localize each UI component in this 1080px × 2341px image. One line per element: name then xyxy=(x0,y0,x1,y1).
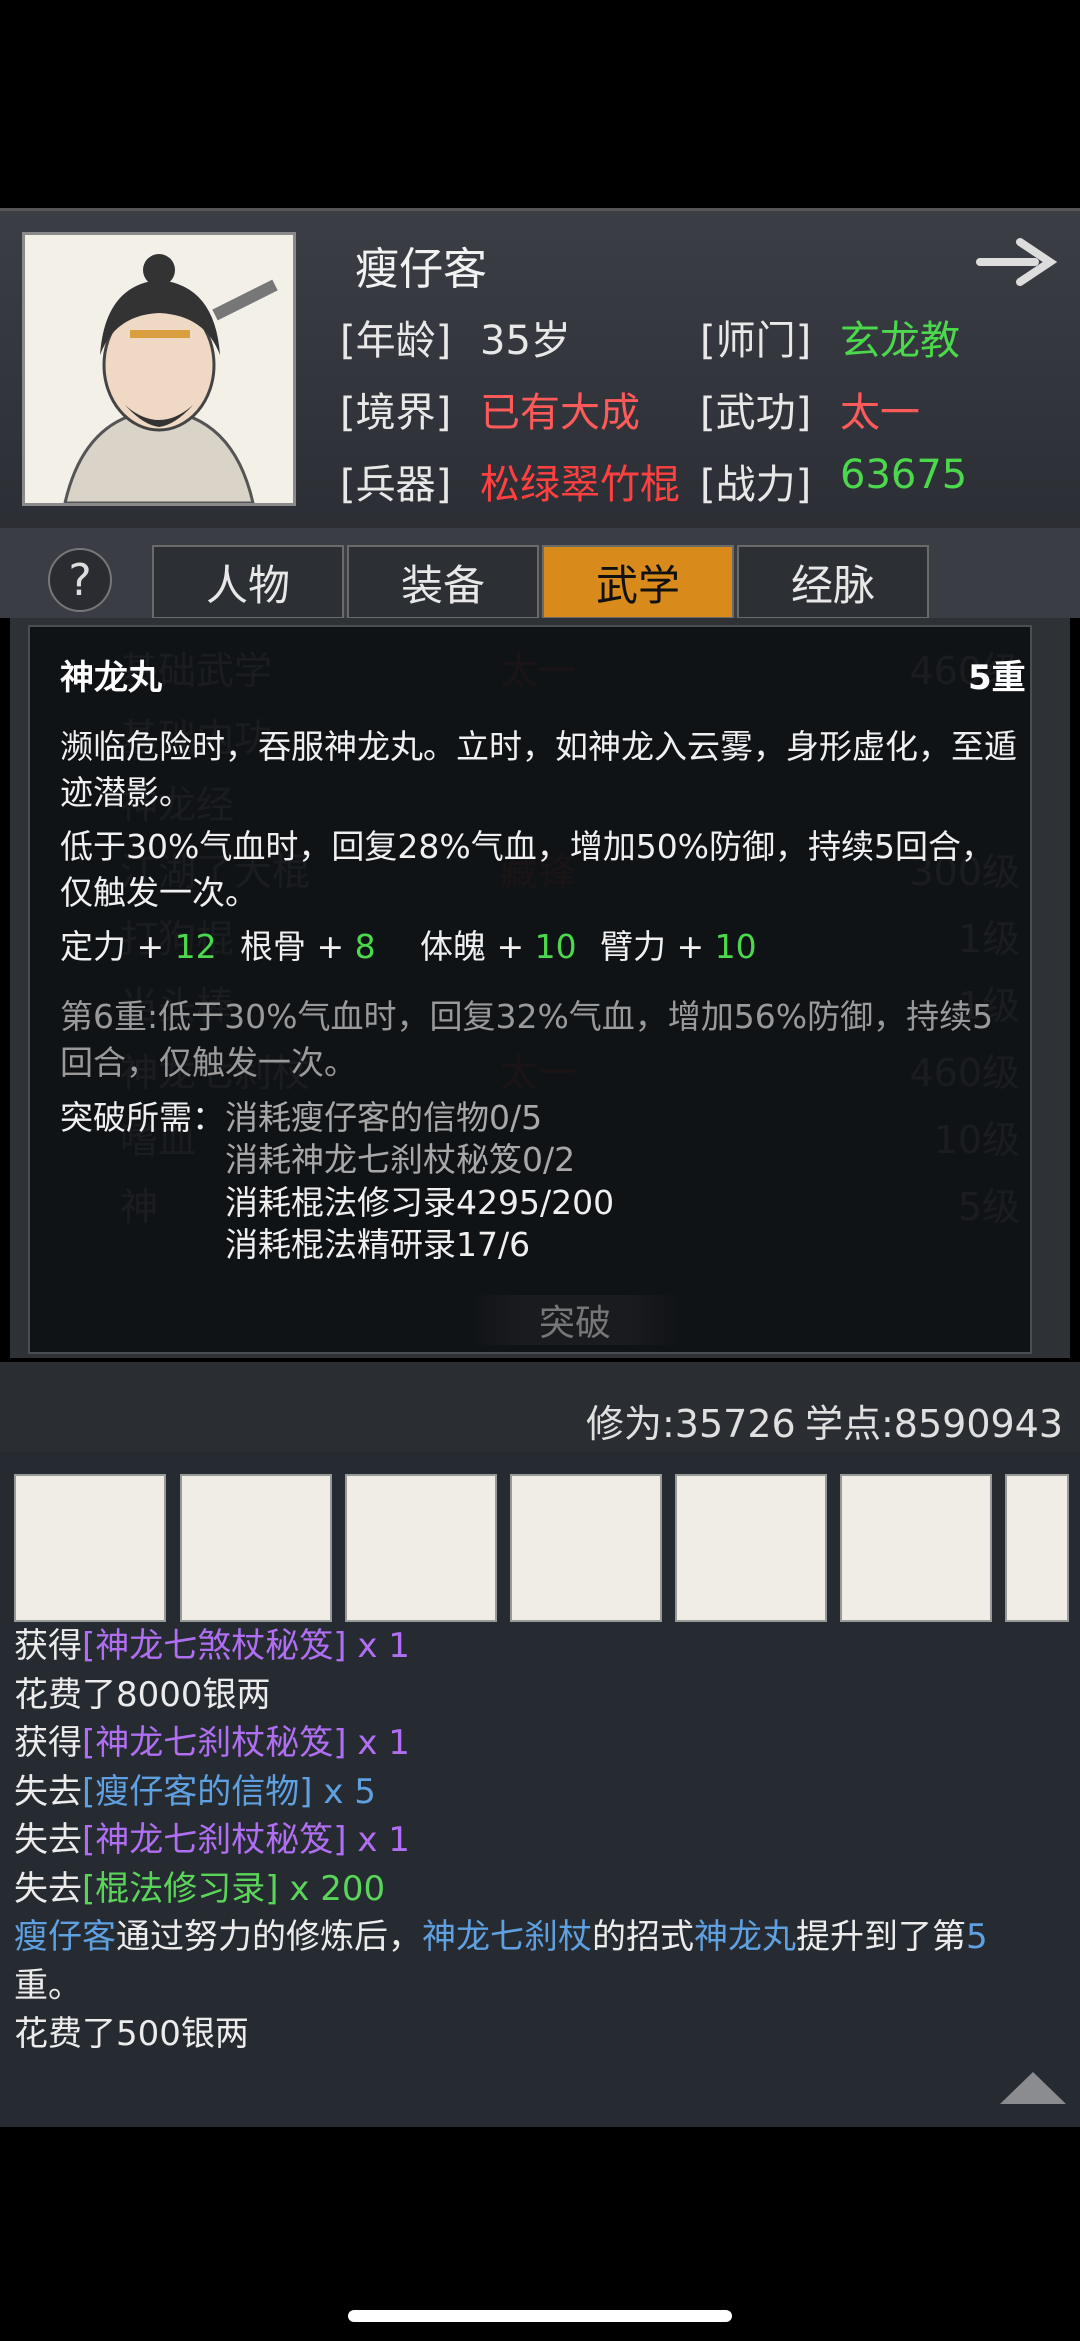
stat-bonus-1: 根骨 + 8 xyxy=(240,927,376,966)
skill-effect: 低于30%气血时，回复28%气血，增加50%防御，持续5回合，仅触发一次。 xyxy=(60,827,995,912)
tab-equipment[interactable]: 装备 xyxy=(347,545,539,619)
breakthrough-button[interactable]: 突破 xyxy=(470,1295,680,1345)
party-avatar[interactable] xyxy=(840,1474,992,1622)
log-line: 瘦仔客通过努力的修炼后，神龙七刹杖的招式神龙丸提升到了第5 xyxy=(14,1913,988,1961)
log-segment: 的招式 xyxy=(592,1917,694,1957)
log-segment: 失去 xyxy=(14,1820,82,1860)
next-arrow-icon[interactable] xyxy=(975,232,1058,292)
help-icon[interactable]: ? xyxy=(48,548,112,612)
log-line: 重。 xyxy=(14,1962,82,2010)
realm-label: [境界] xyxy=(340,390,452,436)
log-segment: x 1 xyxy=(346,1723,410,1763)
log-segment: 重。 xyxy=(14,1965,82,2006)
log-line: 花费了500银两 xyxy=(14,2010,249,2058)
log-segment: 瘦仔客 xyxy=(14,1917,116,1957)
log-line: 失去[神龙七刹杖秘笈] x 1 xyxy=(14,1816,410,1864)
home-indicator[interactable] xyxy=(348,2310,732,2322)
log-segment: [棍法修习录] xyxy=(82,1868,279,1909)
log-line: 获得[神龙七煞杖秘笈] x 1 xyxy=(14,1622,410,1670)
power-value: 63675 xyxy=(840,452,968,498)
portrait-art-icon xyxy=(25,235,293,505)
log-segment: [瘦仔客的信物] xyxy=(82,1771,313,1812)
log-segment: 获得 xyxy=(14,1723,82,1763)
log-line: 花费了8000银两 xyxy=(14,1671,271,1719)
skill-title: 神龙丸 xyxy=(60,658,162,698)
age-label: [年龄] xyxy=(340,318,452,364)
character-name: 瘦仔客 xyxy=(355,244,487,295)
study-points-value: 学点:8590943 xyxy=(805,1402,1064,1446)
log-segment: 神龙丸 xyxy=(694,1917,796,1957)
scroll-up-icon[interactable] xyxy=(1000,2070,1066,2110)
party-avatar[interactable] xyxy=(675,1474,827,1622)
log-segment: x 1 xyxy=(346,1820,410,1860)
power-label: [战力] xyxy=(700,462,812,508)
party-avatar[interactable] xyxy=(345,1474,497,1622)
log-segment: 神龙七刹杖 xyxy=(422,1917,592,1957)
log-segment: 5 xyxy=(966,1917,988,1957)
log-line: 失去[瘦仔客的信物] x 5 xyxy=(14,1768,376,1816)
sect-value: 玄龙教 xyxy=(840,318,960,364)
log-segment: x 5 xyxy=(312,1771,376,1812)
party-avatar[interactable] xyxy=(510,1474,662,1622)
skill-level: 5重 xyxy=(968,658,1026,698)
log-segment: 失去 xyxy=(14,1868,82,1909)
requirement-item: 消耗瘦仔客的信物0/5 xyxy=(225,1098,543,1137)
log-segment: 通过努力的修炼后， xyxy=(116,1917,422,1957)
stat-bonus-3: 臂力 + 10 xyxy=(600,927,757,966)
realm-value: 已有大成 xyxy=(480,390,640,436)
log-segment: 花费了500银两 xyxy=(14,2014,249,2054)
party-avatar[interactable] xyxy=(14,1474,166,1622)
martial-value: 太一 xyxy=(840,390,920,436)
requirements-label: 突破所需： xyxy=(60,1098,225,1137)
log-line: 获得[神龙七刹杖秘笈] x 1 xyxy=(14,1719,410,1767)
log-segment: [神龙七煞杖秘笈] xyxy=(82,1626,347,1666)
sect-label: [师门] xyxy=(700,318,812,364)
age-value: 35岁 xyxy=(480,318,571,364)
log-segment: x 200 xyxy=(278,1868,386,1909)
tab-character[interactable]: 人物 xyxy=(152,545,344,619)
stat-bonus-0: 定力 + 12 xyxy=(60,927,217,966)
stat-bonus-2: 体魄 + 10 xyxy=(420,927,577,966)
log-segment: 获得 xyxy=(14,1626,82,1666)
log-segment: 失去 xyxy=(14,1771,82,1812)
requirement-item: 消耗棍法精研录17/6 xyxy=(225,1225,531,1264)
skill-description: 濒临危险时，吞服神龙丸。立时，如神龙入云雾，身形虚化，至遁迹潜影。 xyxy=(60,727,1017,812)
martial-label: [武功] xyxy=(700,390,812,436)
character-portrait[interactable] xyxy=(22,232,296,506)
cultivation-value: 修为:35726 xyxy=(586,1402,796,1446)
tab-meridians[interactable]: 经脉 xyxy=(737,545,929,619)
requirement-item: 消耗神龙七刹杖秘笈0/2 xyxy=(225,1140,576,1179)
log-segment: [神龙七刹杖秘笈] xyxy=(82,1723,347,1763)
requirement-item: 消耗棍法修习录4295/200 xyxy=(225,1183,615,1222)
log-segment: 花费了8000银两 xyxy=(14,1674,271,1715)
tab-martial-arts[interactable]: 武学 xyxy=(542,545,734,619)
log-segment: 提升到了第 xyxy=(796,1917,966,1957)
party-avatar[interactable] xyxy=(1005,1474,1069,1622)
weapon-value: 松绿翠竹棍 xyxy=(480,462,680,508)
weapon-label: [兵器] xyxy=(340,462,452,508)
next-level-effect: 第6重:低于30%气血时，回复32%气血，增加56%防御，持续5回合，仅触发一次… xyxy=(60,997,994,1082)
log-segment: x 1 xyxy=(346,1626,410,1666)
log-segment: [神龙七刹杖秘笈] xyxy=(82,1820,347,1860)
log-line: 失去[棍法修习录] x 200 xyxy=(14,1865,385,1913)
party-avatar[interactable] xyxy=(180,1474,332,1622)
